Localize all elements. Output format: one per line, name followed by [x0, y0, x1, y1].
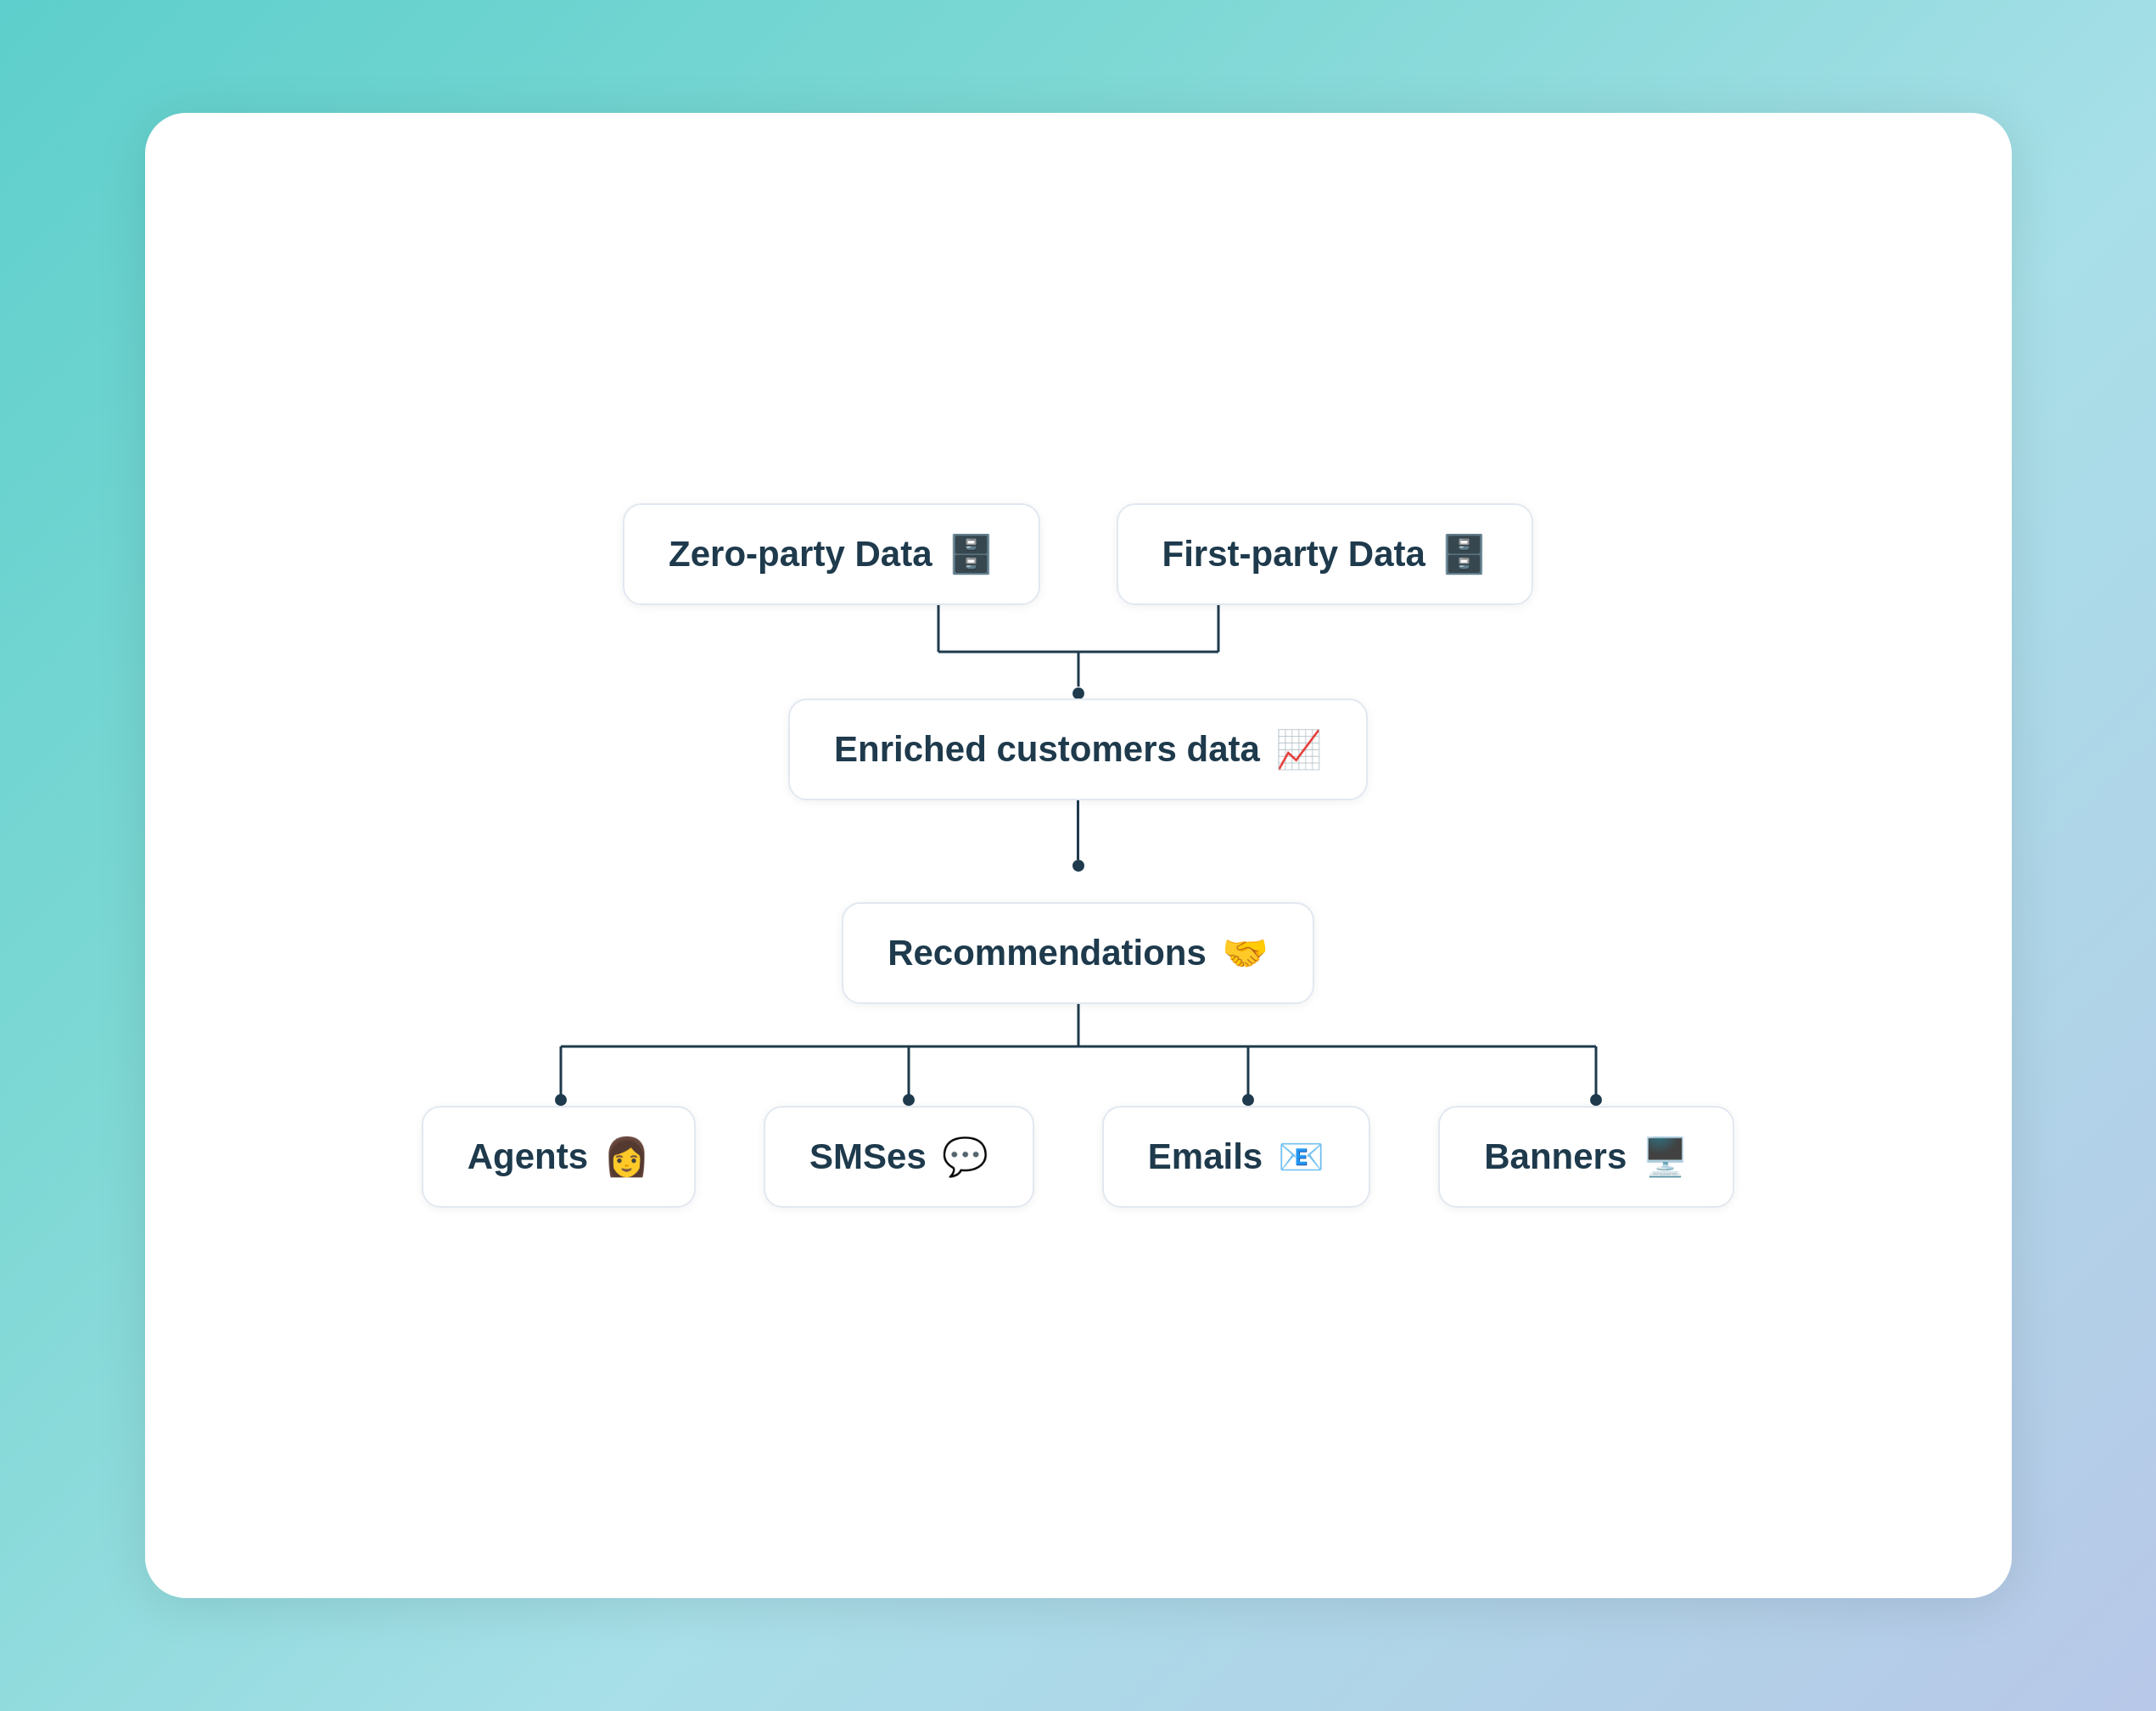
svg-point-11	[555, 1094, 567, 1106]
emails-label: Emails	[1148, 1136, 1263, 1177]
agents-icon: 👩	[603, 1135, 650, 1179]
zero-party-box: Zero-party Data 🗄️	[623, 503, 1039, 605]
first-party-label: First-party Data	[1162, 534, 1425, 575]
zero-party-icon: 🗄️	[948, 532, 994, 576]
first-party-box: First-party Data 🗄️	[1117, 503, 1533, 605]
recommendations-box: Recommendations 🤝	[842, 902, 1314, 1004]
agents-label: Agents	[468, 1136, 588, 1177]
bottom-row: Agents 👩 SMSes 💬 Emails 📧 Banners 🖥️	[422, 1106, 1735, 1208]
enriched-box: Enriched customers data 📈	[788, 698, 1368, 800]
svg-point-12	[903, 1094, 915, 1106]
recommendations-icon: 🤝	[1222, 931, 1268, 975]
svg-point-13	[1242, 1094, 1254, 1106]
smses-box: SMSes 💬	[764, 1106, 1034, 1208]
svg-point-14	[1590, 1094, 1602, 1106]
merge-connector	[798, 605, 1358, 698]
top-row: Zero-party Data 🗄️ First-party Data 🗄️	[623, 503, 1533, 605]
banners-label: Banners	[1484, 1136, 1627, 1177]
emails-box: Emails 📧	[1102, 1106, 1370, 1208]
main-card: Zero-party Data 🗄️ First-party Data 🗄️	[145, 113, 2012, 1598]
zero-party-label: Zero-party Data	[669, 534, 932, 575]
split-connector	[400, 1004, 1757, 1106]
smses-label: SMSes	[809, 1136, 927, 1177]
down-connector-1	[1072, 800, 1084, 902]
recommendations-label: Recommendations	[888, 933, 1207, 973]
enriched-icon: 📈	[1275, 727, 1322, 771]
svg-point-4	[1072, 687, 1084, 698]
smses-icon: 💬	[942, 1135, 988, 1179]
banners-icon: 🖥️	[1642, 1135, 1688, 1179]
emails-icon: 📧	[1278, 1135, 1324, 1179]
agents-box: Agents 👩	[422, 1106, 696, 1208]
enriched-label: Enriched customers data	[834, 729, 1260, 770]
diagram: Zero-party Data 🗄️ First-party Data 🗄️	[400, 503, 1757, 1208]
banners-box: Banners 🖥️	[1438, 1106, 1734, 1208]
first-party-icon: 🗄️	[1441, 532, 1487, 576]
